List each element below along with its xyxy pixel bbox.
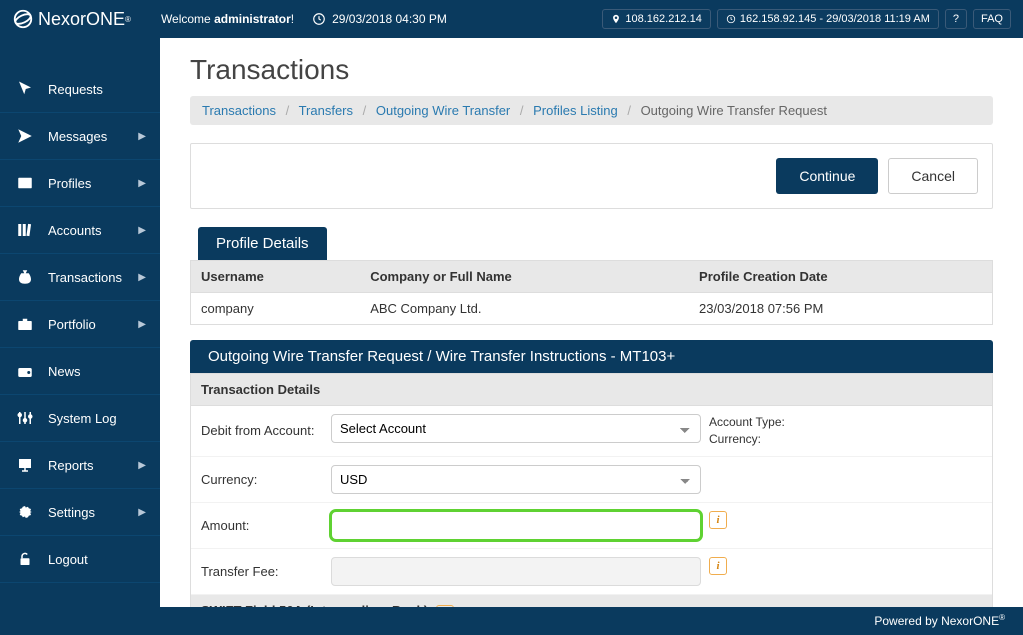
sidebar-item-label: System Log bbox=[48, 411, 117, 426]
row-amount: Amount: i bbox=[191, 503, 992, 549]
help-button[interactable]: ? bbox=[945, 9, 967, 29]
amount-input[interactable] bbox=[332, 512, 700, 539]
cell-company: ABC Company Ltd. bbox=[360, 293, 689, 325]
chevron-right-icon: ▶ bbox=[138, 272, 146, 283]
globe-icon bbox=[12, 8, 34, 30]
location-icon bbox=[611, 14, 621, 24]
table-row: Username Company or Full Name Profile Cr… bbox=[191, 261, 993, 293]
cursor-icon bbox=[14, 80, 36, 98]
sidebar-item-label: Logout bbox=[48, 552, 88, 567]
wire-transfer-tab: Outgoing Wire Transfer Request / Wire Tr… bbox=[190, 340, 993, 373]
cell-created: 23/03/2018 07:56 PM bbox=[689, 293, 992, 325]
profile-details-tab: Profile Details bbox=[198, 227, 327, 260]
breadcrumb-link[interactable]: Outgoing Wire Transfer bbox=[376, 103, 510, 118]
sidebar-item-reports[interactable]: Reports ▶ bbox=[0, 442, 160, 489]
sidebar-item-label: Settings bbox=[48, 505, 95, 520]
faq-button[interactable]: FAQ bbox=[973, 9, 1011, 29]
header-datetime: 29/03/2018 04:30 PM bbox=[312, 12, 447, 26]
clock-icon bbox=[312, 12, 326, 26]
row-currency: Currency: USD bbox=[191, 457, 992, 503]
section-swift-56a: SWIFT Field 56A (Intermediary Bank) i bbox=[191, 595, 992, 607]
lock-icon bbox=[14, 550, 36, 568]
info-icon[interactable]: i bbox=[709, 511, 727, 529]
footer: Powered by NexorONE® bbox=[0, 607, 1023, 635]
currency-label: Currency: bbox=[201, 472, 321, 487]
sidebar-item-requests[interactable]: Requests bbox=[0, 66, 160, 113]
row-transfer-fee: Transfer Fee: i bbox=[191, 549, 992, 595]
wire-transfer-form: Transaction Details Debit from Account: … bbox=[190, 373, 993, 607]
chevron-right-icon: ▶ bbox=[138, 460, 146, 471]
breadcrumb-link[interactable]: Profiles Listing bbox=[533, 103, 618, 118]
amount-label: Amount: bbox=[201, 518, 321, 533]
sidebar-item-transactions[interactable]: Transactions ▶ bbox=[0, 254, 160, 301]
chevron-right-icon: ▶ bbox=[138, 178, 146, 189]
sidebar-item-news[interactable]: News bbox=[0, 348, 160, 395]
sidebar-item-label: Requests bbox=[48, 82, 103, 97]
sidebar: Requests Messages ▶ Profiles ▶ Accounts … bbox=[0, 38, 160, 607]
cell-username: company bbox=[191, 293, 361, 325]
last-ip-badge[interactable]: 162.158.92.145 - 29/03/2018 11:19 AM bbox=[717, 9, 939, 29]
currency-select[interactable]: USD bbox=[331, 465, 701, 494]
col-company: Company or Full Name bbox=[360, 261, 689, 293]
sliders-icon bbox=[14, 409, 36, 427]
debit-label: Debit from Account: bbox=[201, 423, 321, 438]
sidebar-item-label: Transactions bbox=[48, 270, 122, 285]
action-bar: Continue Cancel bbox=[190, 143, 993, 209]
profile-details-table: Username Company or Full Name Profile Cr… bbox=[190, 260, 993, 325]
breadcrumb-link[interactable]: Transactions bbox=[202, 103, 276, 118]
top-bar: NexorONE® Welcome administrator! 29/03/2… bbox=[0, 0, 1023, 38]
presentation-icon bbox=[14, 456, 36, 474]
sidebar-item-profiles[interactable]: Profiles ▶ bbox=[0, 160, 160, 207]
sidebar-item-portfolio[interactable]: Portfolio ▶ bbox=[0, 301, 160, 348]
chevron-right-icon: ▶ bbox=[138, 225, 146, 236]
sidebar-item-messages[interactable]: Messages ▶ bbox=[0, 113, 160, 160]
sidebar-item-label: Reports bbox=[48, 458, 94, 473]
breadcrumb-current: Outgoing Wire Transfer Request bbox=[641, 103, 827, 118]
sidebar-item-label: Profiles bbox=[48, 176, 91, 191]
chevron-right-icon: ▶ bbox=[138, 131, 146, 142]
sidebar-item-system-log[interactable]: System Log bbox=[0, 395, 160, 442]
id-card-icon bbox=[14, 174, 36, 192]
money-bag-icon bbox=[14, 268, 36, 286]
current-ip-badge[interactable]: 108.162.212.14 bbox=[602, 9, 710, 29]
sidebar-item-accounts[interactable]: Accounts ▶ bbox=[0, 207, 160, 254]
clock-icon bbox=[726, 14, 736, 24]
info-icon[interactable]: i bbox=[436, 605, 454, 607]
briefcase-icon bbox=[14, 315, 36, 333]
transfer-fee-select[interactable] bbox=[331, 557, 701, 586]
page-title: Transactions bbox=[190, 54, 993, 86]
gear-icon bbox=[14, 503, 36, 521]
pointer-icon bbox=[14, 127, 36, 145]
brand-suffix: ONE bbox=[86, 9, 125, 30]
row-debit-account: Debit from Account: Select Account Accou… bbox=[191, 406, 992, 457]
sidebar-item-logout[interactable]: Logout bbox=[0, 536, 160, 583]
chevron-right-icon: ▶ bbox=[138, 507, 146, 518]
col-created: Profile Creation Date bbox=[689, 261, 992, 293]
main-content: Transactions Transactions / Transfers / … bbox=[160, 38, 1023, 607]
breadcrumb: Transactions / Transfers / Outgoing Wire… bbox=[190, 96, 993, 125]
col-username: Username bbox=[191, 261, 361, 293]
info-icon[interactable]: i bbox=[709, 557, 727, 575]
cancel-button[interactable]: Cancel bbox=[888, 158, 978, 194]
books-icon bbox=[14, 221, 36, 239]
account-info-side: Account Type: Currency: bbox=[709, 414, 819, 448]
chevron-right-icon: ▶ bbox=[138, 319, 146, 330]
debit-account-select[interactable]: Select Account bbox=[331, 414, 701, 443]
continue-button[interactable]: Continue bbox=[776, 158, 878, 194]
brand-tm: ® bbox=[125, 15, 131, 24]
table-row: company ABC Company Ltd. 23/03/2018 07:5… bbox=[191, 293, 993, 325]
sidebar-item-label: Accounts bbox=[48, 223, 101, 238]
brand-logo[interactable]: NexorONE® bbox=[12, 8, 131, 30]
section-transaction-details: Transaction Details bbox=[191, 374, 992, 406]
transfer-fee-label: Transfer Fee: bbox=[201, 564, 321, 579]
brand-prefix: Nexor bbox=[38, 9, 86, 30]
radio-icon bbox=[14, 362, 36, 380]
sidebar-item-settings[interactable]: Settings ▶ bbox=[0, 489, 160, 536]
breadcrumb-link[interactable]: Transfers bbox=[299, 103, 353, 118]
sidebar-item-label: Messages bbox=[48, 129, 107, 144]
welcome-text: Welcome administrator! bbox=[161, 12, 294, 26]
sidebar-item-label: News bbox=[48, 364, 81, 379]
sidebar-item-label: Portfolio bbox=[48, 317, 96, 332]
